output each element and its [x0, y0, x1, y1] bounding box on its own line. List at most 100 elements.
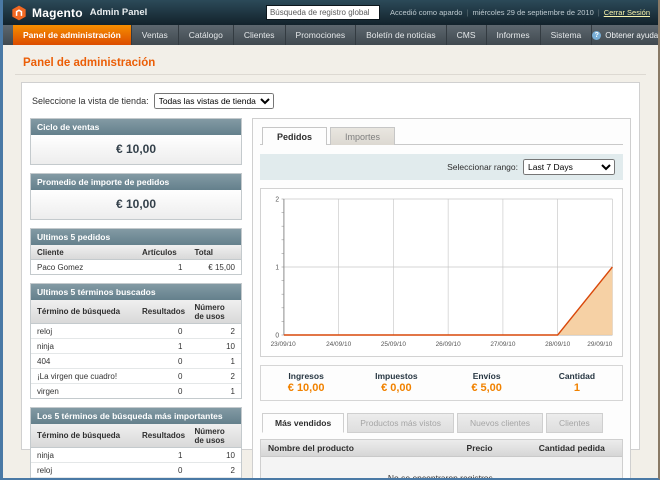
- table-cell: 0: [136, 369, 189, 384]
- dashboard-panel: Pedidos Importes Seleccionar rango: Last…: [252, 118, 631, 480]
- table-cell: ¡La virgen que cuadro!: [31, 369, 136, 384]
- svg-text:24/09/10: 24/09/10: [326, 341, 351, 348]
- nav-tab-ventas[interactable]: Ventas: [132, 25, 179, 45]
- stat-ingresos: Ingresos€ 10,00: [261, 371, 351, 394]
- table-row[interactable]: ninja110: [31, 448, 241, 463]
- column-header: Artículos: [136, 245, 189, 260]
- tab-importes[interactable]: Importes: [330, 127, 395, 145]
- orders-chart: 01223/09/1024/09/1025/09/1026/09/1027/09…: [260, 188, 623, 357]
- left-table-0: Ultimos 5 pedidosClienteArtículosTotalPa…: [30, 228, 242, 275]
- magento-logo-icon: [11, 5, 27, 21]
- range-select[interactable]: Last 7 Days: [523, 159, 615, 175]
- column-header: Número de usos: [189, 424, 242, 448]
- table-cell: ninja: [31, 339, 136, 354]
- column-header: Cliente: [31, 245, 136, 260]
- table-row[interactable]: ninja110: [31, 339, 241, 354]
- nav-tab-dashboard[interactable]: Panel de administración: [13, 25, 132, 45]
- store-view-label: Seleccione la vista de tienda:: [32, 96, 149, 106]
- svg-text:23/09/10: 23/09/10: [271, 341, 296, 348]
- table-cell: Paco Gomez: [31, 260, 136, 275]
- nav-tab-informes[interactable]: Informes: [487, 25, 541, 45]
- stat-label: Ingresos: [261, 371, 351, 381]
- logout-link[interactable]: Cerrar Sesión: [604, 8, 650, 17]
- svg-text:26/09/10: 26/09/10: [436, 341, 461, 348]
- nav-tab-promociones[interactable]: Promociones: [286, 25, 357, 45]
- bottom-tab-clientes: Clientes: [546, 413, 603, 433]
- table-cell: 2: [189, 324, 242, 339]
- table-cell: 10: [189, 448, 242, 463]
- table-cell: 1: [136, 448, 189, 463]
- main-nav: Panel de administraciónVentasCatálogoCli…: [3, 25, 658, 45]
- summary-box-title: Ciclo de ventas: [31, 119, 241, 135]
- stat-label: Cantidad: [532, 371, 622, 381]
- column-header: Total: [189, 245, 242, 260]
- nav-tab-cms[interactable]: CMS: [447, 25, 487, 45]
- stat-label: Envíos: [442, 371, 532, 381]
- stat-value: 1: [532, 382, 622, 394]
- range-label: Seleccionar rango:: [447, 162, 518, 172]
- table-cell: 1: [136, 260, 189, 275]
- table-row[interactable]: reloj02: [31, 463, 241, 478]
- stat-env-os: Envíos€ 5,00: [442, 371, 532, 394]
- bottom-tab-nuevos-clientes: Nuevos clientes: [457, 413, 543, 433]
- logged-in-text: Accedió como apardo: [390, 8, 463, 17]
- table-cell: 2: [189, 463, 242, 478]
- stat-value: € 5,00: [442, 382, 532, 394]
- left-table-grid: Término de búsquedaResultadosNúmero de u…: [31, 300, 241, 398]
- stat-value: € 10,00: [261, 382, 351, 394]
- dashboard-container: Seleccione la vista de tienda: Todas las…: [21, 82, 640, 450]
- table-cell: 0: [136, 324, 189, 339]
- nav-tabs: Panel de administraciónVentasCatálogoCli…: [13, 25, 592, 45]
- left-table-grid: ClienteArtículosTotalPaco Gomez1€ 15,00: [31, 245, 241, 274]
- table-cell: 1: [189, 384, 242, 399]
- table-row[interactable]: 40401: [31, 354, 241, 369]
- column-header: Término de búsqueda: [31, 300, 136, 324]
- nav-tab-cat-logo[interactable]: Catálogo: [179, 25, 234, 45]
- stat-label: Impuestos: [351, 371, 441, 381]
- column-header: Resultados: [136, 424, 189, 448]
- col-price: Precio: [460, 440, 532, 457]
- totals-row: Ingresos€ 10,00Impuestos€ 0,00Envíos€ 5,…: [260, 365, 623, 401]
- page-title: Panel de administración: [23, 57, 648, 69]
- app-title: Magento: [32, 6, 83, 20]
- range-bar: Seleccionar rango: Last 7 Days: [260, 154, 623, 180]
- store-view-row: Seleccione la vista de tienda: Todas las…: [32, 93, 631, 109]
- summary-box-title: Promedio de importe de pedidos: [31, 174, 241, 190]
- table-row[interactable]: ¡La virgen que cuadro!02: [31, 369, 241, 384]
- column-header: Resultados: [136, 300, 189, 324]
- global-search-input[interactable]: [266, 5, 380, 20]
- table-cell: 0: [136, 354, 189, 369]
- nav-tab-bolet-n-de-noticias[interactable]: Boletín de noticias: [356, 25, 446, 45]
- current-date: miércoles 29 de septiembre de 2010: [472, 8, 593, 17]
- table-cell: 1: [136, 339, 189, 354]
- table-cell: virgen: [31, 384, 136, 399]
- table-cell: € 15,00: [189, 260, 242, 275]
- svg-text:2: 2: [275, 196, 279, 203]
- svg-text:0: 0: [275, 332, 279, 339]
- chart-tabs: Pedidos Importes: [260, 126, 623, 145]
- table-row[interactable]: virgen01: [31, 384, 241, 399]
- left-table-2: Los 5 términos de búsqueda más important…: [30, 407, 242, 480]
- table-cell: reloj: [31, 463, 136, 478]
- table-row[interactable]: reloj02: [31, 324, 241, 339]
- svg-text:1: 1: [275, 264, 279, 271]
- nav-tab-sistema[interactable]: Sistema: [541, 25, 593, 45]
- content-area: Panel de administración Seleccione la vi…: [3, 45, 658, 450]
- nav-tab-clientes[interactable]: Clientes: [234, 25, 286, 45]
- column-header: Término de búsqueda: [31, 424, 136, 448]
- table-cell: 2: [189, 369, 242, 384]
- column-header: Número de usos: [189, 300, 242, 324]
- store-view-select[interactable]: Todas las vistas de tienda: [154, 93, 274, 109]
- stat-impuestos: Impuestos€ 0,00: [351, 371, 441, 394]
- help-label: Obtener ayuda para esta página: [605, 31, 660, 40]
- bottom-tab-m-s-vendidos[interactable]: Más vendidos: [262, 413, 344, 433]
- col-product-name: Nombre del producto: [261, 440, 460, 457]
- table-cell: ninja: [31, 448, 136, 463]
- tab-pedidos[interactable]: Pedidos: [262, 127, 327, 145]
- table-cell: 10: [189, 339, 242, 354]
- help-link[interactable]: ? Obtener ayuda para esta página: [592, 25, 660, 45]
- table-cell: 1: [189, 354, 242, 369]
- table-row[interactable]: Paco Gomez1€ 15,00: [31, 260, 241, 275]
- left-table-title: Ultimos 5 términos buscados: [31, 284, 241, 300]
- table-cell: reloj: [31, 324, 136, 339]
